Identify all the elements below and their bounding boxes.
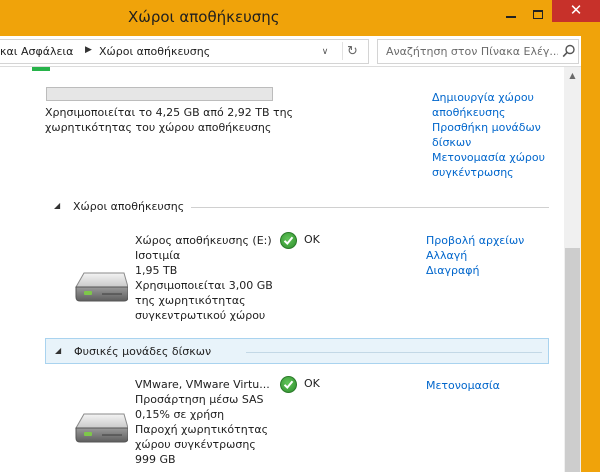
drive-capacity-label: χώρου συγκέντρωσης: [135, 438, 256, 451]
section-storage-spaces[interactable]: ◢ Χώροι αποθήκευσης: [45, 196, 549, 218]
maximize-icon: [533, 10, 543, 19]
close-icon: ✕: [569, 1, 583, 19]
physical-drive-icon: [75, 413, 128, 443]
status-label: OK: [304, 233, 320, 246]
breadcrumb-item-security[interactable]: και Ασφάλεια: [0, 45, 73, 58]
close-button[interactable]: ✕: [552, 0, 600, 22]
maximize-button[interactable]: [525, 0, 552, 30]
storage-space-name: Χώρος αποθήκευσης (E:): [135, 234, 272, 247]
chevron-down-icon[interactable]: ∨: [318, 43, 332, 61]
delete-link[interactable]: Διαγραφή: [426, 263, 556, 278]
pool-usage-line: χωρητικότητας του χώρου αποθήκευσης: [45, 121, 272, 134]
breadcrumb-separator-icon[interactable]: ▶: [85, 45, 92, 55]
add-drives-link-cont[interactable]: δίσκων: [432, 135, 562, 150]
physical-drive-item[interactable]: VMware, VMware Virtu... Προσάρτηση μέσω …: [135, 377, 275, 467]
section-divider: [191, 207, 549, 208]
address-bar: και Ασφάλεια ▶ Χώροι αποθήκευσης ∨ ↻: [0, 36, 600, 67]
checkmark-icon: [280, 232, 297, 249]
storage-space-resiliency: Ισοτιμία: [135, 249, 181, 262]
title-bar[interactable]: Χώροι αποθήκευσης ✕: [0, 0, 600, 36]
section-label: Χώροι αποθήκευσης: [73, 200, 185, 213]
drive-bus-type: Προσάρτηση μέσω SAS: [135, 393, 264, 406]
drive-name: VMware, VMware Virtu...: [135, 378, 270, 391]
refresh-icon[interactable]: ↻: [342, 42, 360, 60]
create-storage-space-link[interactable]: Δημιουργία χώρου: [432, 90, 562, 105]
minimize-icon: [506, 16, 516, 18]
physical-drive-actions: Μετονομασία: [426, 378, 556, 393]
change-link[interactable]: Αλλαγή: [426, 248, 556, 263]
section-divider: [246, 352, 542, 353]
rename-pool-link-cont[interactable]: συγκέντρωσης: [432, 165, 562, 180]
drive-capacity: 999 GB: [135, 453, 176, 466]
vertical-scrollbar[interactable]: ▲: [564, 67, 581, 472]
search-input[interactable]: [378, 40, 558, 63]
pool-usage-text: Χρησιμοποιείται το 4,25 GB από 2,92 TB τ…: [45, 105, 295, 135]
collapse-triangle-icon[interactable]: ◢: [54, 201, 60, 210]
storage-space-item[interactable]: Χώρος αποθήκευσης (E:) Ισοτιμία 1,95 TB …: [135, 233, 275, 323]
create-storage-space-link-cont[interactable]: αποθήκευσης: [432, 105, 562, 120]
storage-space-usage: συγκεντρωτικού χώρου: [135, 309, 266, 322]
drive-capacity-label: Παροχή χωρητικότητας: [135, 423, 269, 436]
minimize-button[interactable]: [497, 0, 525, 30]
rename-pool-link[interactable]: Μετονομασία χώρου: [432, 150, 562, 165]
capacity-bar: [46, 87, 273, 101]
checkmark-icon: [280, 376, 297, 393]
health-indicator: [32, 67, 50, 71]
section-physical-drives[interactable]: ◢ Φυσικές μονάδες δίσκων: [45, 338, 549, 364]
section-label: Φυσικές μονάδες δίσκων: [74, 345, 212, 358]
rename-drive-link[interactable]: Μετονομασία: [426, 379, 500, 392]
status-label: OK: [304, 377, 320, 390]
pool-usage-line: Χρησιμοποιείται το 4,25 GB από 2,92 TB τ…: [45, 106, 294, 119]
storage-space-actions: Προβολή αρχείων Αλλαγή Διαγραφή: [426, 233, 556, 278]
collapse-triangle-icon[interactable]: ◢: [55, 346, 61, 355]
scroll-up-icon[interactable]: ▲: [564, 67, 581, 84]
drive-usage: 0,15% σε χρήση: [135, 408, 225, 421]
breadcrumb-item-storage-spaces[interactable]: Χώροι αποθήκευσης: [99, 45, 210, 58]
search-box[interactable]: [377, 39, 579, 64]
view-files-link[interactable]: Προβολή αρχείων: [426, 233, 556, 248]
window-title: Χώροι αποθήκευσης: [128, 8, 280, 26]
storage-space-size: 1,95 TB: [135, 264, 178, 277]
breadcrumb[interactable]: και Ασφάλεια ▶ Χώροι αποθήκευσης ∨ ↻: [0, 39, 369, 64]
storage-space-drive-icon: [75, 272, 128, 302]
storage-space-usage: Χρησιμοποιείται 3,00 GB: [135, 279, 273, 292]
add-drives-link[interactable]: Προσθήκη μονάδων: [432, 120, 562, 135]
pool-tasks: Δημιουργία χώρου αποθήκευσης Προσθήκη μο…: [432, 90, 562, 180]
window-frame-right: [581, 36, 600, 472]
scroll-thumb[interactable]: [565, 248, 580, 472]
search-icon[interactable]: [562, 44, 576, 58]
storage-space-usage: της χωρητικότητας: [135, 294, 246, 307]
